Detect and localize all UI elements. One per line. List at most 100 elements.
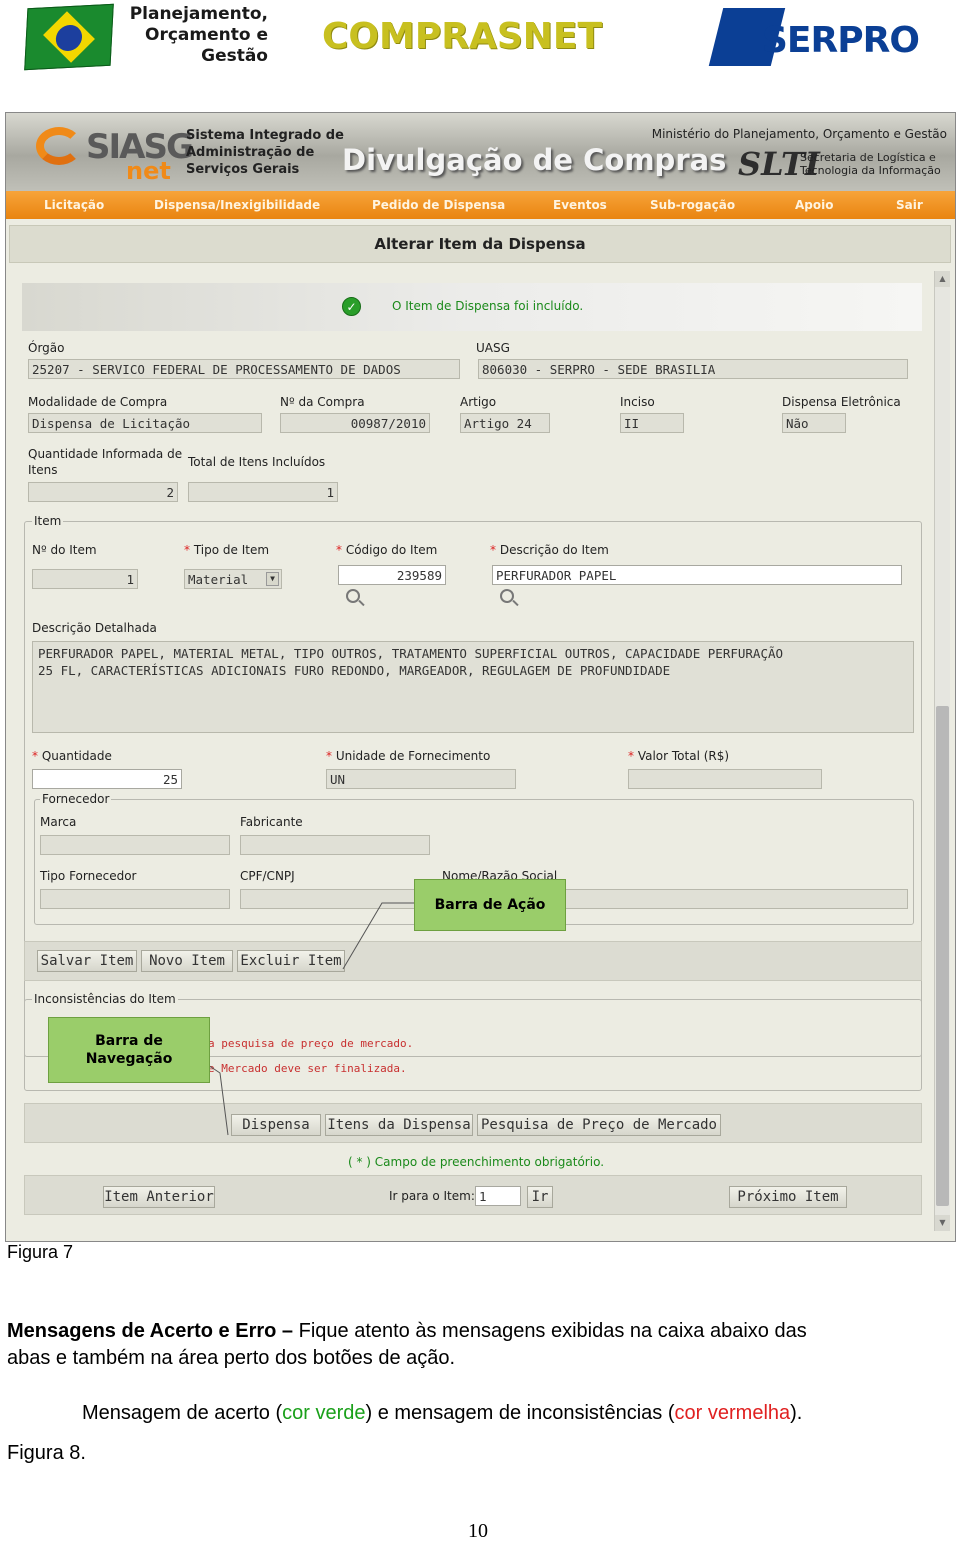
search-descricao-icon[interactable] (500, 589, 514, 603)
menu-item-pedido[interactable]: Pedido de Dispensa (372, 198, 505, 212)
banner-title: Divulgação de Compras (342, 143, 727, 177)
comprasnet-logo: COMPRASNET (322, 16, 603, 57)
system-name: Sistema Integrado de Administração de Se… (186, 128, 344, 177)
uasg-field: 806030 - SERPRO - SEDE BRASILIA (478, 359, 908, 379)
callout-barra-navegacao: Barra de Navegação (48, 1017, 210, 1083)
section-paragraph-line2: abas e também na área perto dos botões d… (7, 1347, 456, 1369)
scroll-thumb[interactable] (936, 706, 949, 1206)
success-message: O Item de Dispensa foi incluído. (392, 299, 584, 313)
quantidade-label: * Quantidade (32, 749, 112, 763)
menu-item-subrogacao[interactable]: Sub-rogação (650, 198, 735, 212)
unidade-field: UN (326, 769, 516, 789)
descricao-item-input[interactable]: PERFURADOR PAPEL (492, 565, 902, 585)
numero-compra-field: 00987/2010 (280, 413, 430, 433)
inconsistencias-legend: Inconsistências do Item (32, 992, 178, 1006)
siasg-screenshot: SIASG net Sistema Integrado de Administr… (5, 112, 956, 1242)
dispensa-eletronica-field: Não (782, 413, 846, 433)
ir-para-input[interactable]: 1 (475, 1186, 521, 1206)
descricao-item-label: * Descrição do Item (490, 543, 609, 557)
tipo-fornecedor-label: Tipo Fornecedor (40, 869, 137, 883)
tipo-item-label: * Tipo de Item (184, 543, 270, 557)
ir-button[interactable]: Ir (527, 1186, 553, 1208)
marca-label: Marca (40, 815, 77, 829)
modalidade-label: Modalidade de Compra (28, 395, 168, 409)
unidade-label: * Unidade de Fornecimento (326, 749, 491, 763)
valor-total-label: * Valor Total (R$) (628, 749, 730, 763)
modalidade-field: Dispensa de Licitação (28, 413, 262, 433)
action-bar: Salvar Item Novo Item Excluir Item (24, 941, 922, 981)
siasg-swirl-icon (36, 127, 82, 165)
serpro-logo: SERPRO (708, 8, 930, 66)
quantidade-input[interactable]: 25 (32, 769, 182, 789)
section-heading: Mensagens de Acerto e Erro (7, 1320, 277, 1342)
num-item-field: 1 (32, 569, 138, 589)
cpf-cnpj-field (240, 889, 420, 909)
form-content: ✓ O Item de Dispensa foi incluído. Órgão… (20, 271, 932, 1231)
novo-item-button[interactable]: Novo Item (141, 950, 233, 972)
tab-pesquisa-preco[interactable]: Pesquisa de Preço de Mercado (477, 1114, 721, 1136)
total-incluidos-label: Total de Itens Incluídos (188, 455, 326, 469)
orgao-label: Órgão (28, 341, 65, 355)
siasg-logo: SIASG net (36, 123, 194, 185)
scrollbar[interactable]: ▲ ▼ (934, 271, 950, 1231)
inciso-field: II (620, 413, 684, 433)
scroll-down-icon[interactable]: ▼ (935, 1215, 950, 1231)
salvar-item-button[interactable]: Salvar Item (37, 950, 137, 972)
excluir-item-button[interactable]: Excluir Item (237, 950, 345, 972)
mpog-logo-text: Planejamento, Orçamento e Gestão (129, 4, 268, 66)
menu-item-licitacao[interactable]: Licitação (44, 198, 104, 212)
scroll-up-icon[interactable]: ▲ (935, 271, 950, 287)
artigo-field: Artigo 24 (460, 413, 550, 433)
ir-para-label: Ir para o Item: (389, 1189, 475, 1203)
header-logos: Planejamento, Orçamento e Gestão COMPRAS… (0, 0, 960, 80)
tipo-fornecedor-field (40, 889, 230, 909)
chevron-down-icon[interactable]: ▼ (266, 572, 279, 586)
siasg-banner: SIASG net Sistema Integrado de Administr… (6, 113, 955, 191)
menu-item-eventos[interactable]: Eventos (553, 198, 607, 212)
message-colors-note: Mensagem de acerto (cor verde) e mensage… (82, 1402, 803, 1424)
figura-8-caption: Figura 8. (7, 1442, 86, 1464)
codigo-item-label: * Código do Item (336, 543, 438, 557)
tipo-item-select[interactable]: Material ▼ (184, 569, 282, 589)
tab-dispensa[interactable]: Dispensa (231, 1114, 321, 1136)
error-message: e Mercado deve ser finalizada. (208, 1062, 407, 1075)
inciso-label: Inciso (620, 395, 655, 409)
codigo-item-input[interactable]: 239589 (338, 565, 446, 585)
total-incluidos-field: 1 (188, 482, 338, 502)
figura-7-caption: Figura 7 (7, 1242, 74, 1262)
descricao-detalhada-field: PERFURADOR PAPEL, MATERIAL METAL, TIPO O… (32, 641, 914, 733)
navigation-bar: Dispensa Itens da Dispensa Pesquisa de P… (24, 1103, 922, 1143)
slti-subtitle: Secretaria de Logística e Tecnologia da … (800, 151, 941, 177)
proximo-item-button[interactable]: Próximo Item (729, 1186, 847, 1208)
marca-field (40, 835, 230, 855)
page-title: Alterar Item da Dispensa (374, 235, 586, 253)
search-codigo-icon[interactable] (346, 589, 360, 603)
fabricante-label: Fabricante (240, 815, 303, 829)
uasg-label: UASG (476, 341, 510, 355)
callout-barra-acao: Barra de Ação (414, 879, 566, 931)
tab-itens-dispensa[interactable]: Itens da Dispensa (325, 1114, 473, 1136)
fabricante-field (240, 835, 430, 855)
required-note: ( * ) Campo de preenchimento obrigatório… (348, 1155, 605, 1169)
menu-item-sair[interactable]: Sair (896, 198, 923, 212)
artigo-label: Artigo (460, 395, 497, 409)
descricao-detalhada-label: Descrição Detalhada (32, 621, 157, 635)
item-anterior-button[interactable]: Item Anterior (103, 1186, 215, 1208)
check-icon: ✓ (342, 297, 361, 316)
valor-total-field (628, 769, 822, 789)
item-navigation: Item Anterior Ir para o Item: 1 Ir Próxi… (24, 1175, 922, 1215)
brazil-flag-icon (24, 3, 114, 71)
ministry-name: Ministério do Planejamento, Orçamento e … (651, 127, 947, 141)
menu-item-dispensa[interactable]: Dispensa/Inexigibilidade (154, 198, 320, 212)
mpog-logo: Planejamento, Orçamento e Gestão (24, 3, 268, 71)
orgao-field: 25207 - SERVICO FEDERAL DE PROCESSAMENTO… (28, 359, 460, 379)
menu-item-apoio[interactable]: Apoio (795, 198, 833, 212)
num-item-label: Nº do Item (32, 543, 97, 557)
error-message: a pesquisa de preço de mercado. (208, 1037, 414, 1050)
page-number: 10 (468, 1520, 488, 1542)
numero-compra-label: Nº da Compra (280, 395, 365, 409)
item-legend: Item (32, 514, 64, 528)
dispensa-eletronica-label: Dispensa Eletrônica (782, 395, 901, 409)
qtd-informada-label-line2: Itens (28, 463, 58, 477)
message-bar: ✓ O Item de Dispensa foi incluído. (22, 283, 922, 331)
